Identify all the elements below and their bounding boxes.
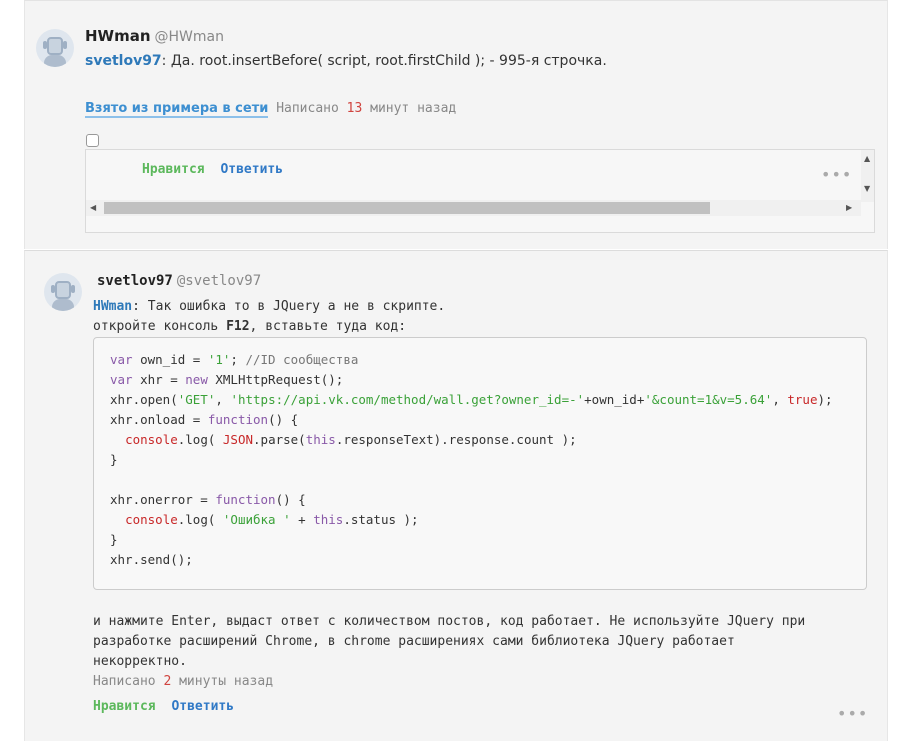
solution-badge[interactable]: Взято из примера в сети (85, 101, 269, 118)
written-number: 2 (163, 674, 172, 689)
body-line-3: некорректно. (93, 654, 187, 669)
like-button[interactable]: Нравится (93, 699, 156, 714)
code-block[interactable]: var own_id = '1'; //ID сообщества var xh… (93, 337, 867, 590)
scroll-up-icon[interactable]: ▲ (864, 154, 870, 163)
checkbox[interactable] (86, 134, 99, 147)
mention-link[interactable]: svetlov97 (85, 53, 162, 69)
actions: Нравится Ответить (93, 699, 234, 714)
author-handle[interactable]: @svetlov97 (177, 273, 261, 289)
author-name-text[interactable]: svetlov97 (97, 273, 173, 289)
meta-line: Написано 2 минуты назад (93, 674, 273, 689)
mention-link[interactable]: HWman (93, 299, 132, 314)
author-name[interactable]: svetlov97 @svetlov97 (97, 273, 261, 289)
avatar[interactable] (36, 29, 74, 67)
comment-line-2-pre: откройте консоль (93, 319, 227, 334)
comment-line-1: : Так ошибка то в JQuery а не в скрипте. (132, 299, 446, 314)
vertical-scrollbar[interactable]: ▲ ▼ (861, 150, 874, 202)
author-name[interactable]: HWman @HWman (85, 27, 224, 45)
written-label: Написано (276, 101, 339, 116)
comment-body: и нажмите Enter, выдаст ответ с количест… (93, 612, 805, 672)
written-suffix: минуты назад (179, 674, 274, 689)
embedded-frame: Нравится Ответить ••• ▲ ▼ ◀ ▶ (85, 149, 875, 233)
more-icon[interactable]: ••• (837, 704, 868, 723)
reply-button[interactable]: Ответить (220, 162, 283, 177)
comment-line-2-post: , вставьте туда код: (249, 319, 407, 334)
more-icon[interactable]: ••• (821, 165, 852, 184)
avatar[interactable] (44, 273, 82, 311)
scroll-left-icon[interactable]: ◀ (90, 203, 96, 212)
scroll-thumb[interactable] (104, 202, 710, 214)
written-number: 13 (346, 101, 363, 116)
meta-line: Взято из примера в сети Написано 13 мину… (85, 101, 457, 118)
comment-intro: HWman: Так ошибка то в JQuery а не в скр… (93, 297, 445, 337)
comment-body: : Да. root.insertBefore( script, root.fi… (161, 53, 607, 69)
body-line-1: и нажмите Enter, выдаст ответ с количест… (93, 614, 806, 629)
key-highlight: F12 (226, 319, 250, 334)
reply-button[interactable]: Ответить (171, 699, 234, 714)
author-handle[interactable]: @HWman (155, 29, 224, 45)
comment-card-hwman: HWman @HWman svetlov97: Да. root.insertBe… (24, 0, 888, 249)
author-name-text[interactable]: HWman (85, 27, 151, 45)
comment-text: svetlov97: Да. root.insertBefore( script… (85, 53, 607, 69)
body-line-2: разработке расширений Chrome, в chrome р… (93, 634, 735, 649)
scroll-down-icon[interactable]: ▼ (864, 184, 870, 193)
comment-card-svetlov97: svetlov97 @svetlov97 HWman: Так ошибка то… (24, 250, 888, 741)
horizontal-scrollbar[interactable]: ◀ ▶ (86, 200, 861, 216)
written-label: Написано (93, 674, 156, 689)
like-button[interactable]: Нравится (142, 162, 205, 177)
written-suffix: минут назад (370, 101, 457, 116)
scroll-right-icon[interactable]: ▶ (846, 203, 852, 212)
